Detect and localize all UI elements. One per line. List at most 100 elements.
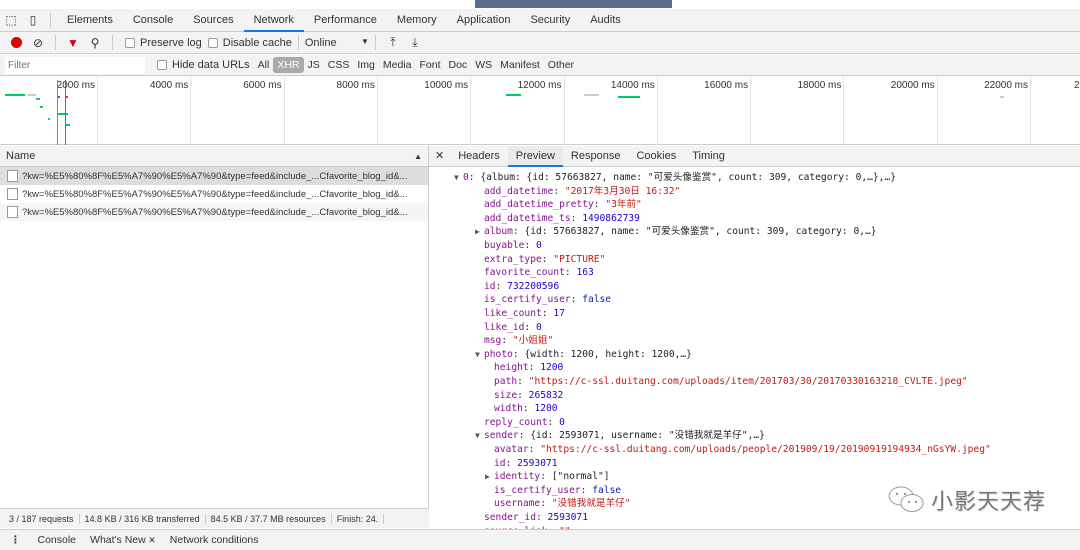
drawer-tab-network-conditions[interactable]: Network conditions [163, 534, 266, 546]
tab-cookies[interactable]: Cookies [628, 146, 684, 167]
timeline-request-bar [28, 94, 36, 96]
inspect-element-icon[interactable]: ⬚ [0, 10, 22, 30]
json-colon: : [501, 335, 513, 347]
file-icon [7, 188, 18, 200]
json-property[interactable]: reply_count: 0 [484, 416, 565, 429]
json-key: width [494, 403, 523, 415]
detail-tabs: Headers Preview Response Cookies Timing [450, 145, 733, 167]
json-key: like_count [484, 308, 542, 319]
filter-type-manifest[interactable]: Manifest [496, 57, 544, 73]
clear-icon[interactable]: ⊘ [27, 33, 49, 53]
filter-type-img[interactable]: Img [353, 57, 379, 73]
filter-type-other[interactable]: Other [544, 57, 578, 73]
json-property[interactable]: msg: "小姐姐" [484, 334, 553, 347]
network-overview-timeline[interactable]: 2000 ms 4000 ms 6000 ms 8000 ms 10000 ms 1200… [0, 76, 1080, 145]
filter-icon[interactable]: ▼ [62, 33, 84, 53]
json-property[interactable]: is_certify_user: false [494, 484, 621, 497]
request-rows: ?kw=%E5%80%8F%E5%A7%90%E5%A7%90&type=fee… [0, 167, 428, 221]
tab-security[interactable]: Security [520, 9, 580, 32]
json-colon: : [553, 185, 565, 197]
json-property[interactable]: ▼ 0: {album: {id: 57663827, name: "可爱头像鉴赏… [454, 171, 896, 184]
json-property[interactable]: id: 2593071 [494, 457, 558, 470]
json-property[interactable]: size: 265832 [494, 389, 563, 402]
hide-data-urls-checkbox[interactable] [157, 60, 167, 70]
preserve-log-checkbox[interactable] [125, 37, 135, 48]
timeline-gridline [283, 76, 285, 145]
json-property[interactable]: height: 1200 [494, 361, 563, 374]
tab-timing[interactable]: Timing [684, 146, 733, 167]
json-property[interactable]: like_id: 0 [484, 321, 542, 334]
json-property[interactable]: username: "没错我就是羊仔" [494, 497, 631, 510]
filter-type-js[interactable]: JS [304, 57, 324, 73]
filter-type-all[interactable]: All [254, 57, 274, 73]
json-property[interactable]: is_certify_user: false [484, 293, 611, 306]
json-key: add_datetime_ts [484, 212, 571, 224]
name-column-header[interactable]: Name ▲ [0, 146, 428, 167]
tab-preview[interactable]: Preview [507, 145, 563, 167]
filter-type-xhr[interactable]: XHR [273, 57, 304, 73]
json-colon: : [505, 457, 518, 469]
tab-memory[interactable]: Memory [387, 9, 447, 32]
json-property[interactable]: add_datetime_pretty: "3年前" [484, 198, 642, 211]
record-icon[interactable] [5, 33, 27, 53]
json-colon: : [528, 362, 541, 374]
json-key: photo [484, 348, 513, 360]
json-value: false [582, 294, 612, 306]
json-property[interactable]: like_count: 17 [484, 307, 565, 320]
tab-application[interactable]: Application [447, 9, 521, 32]
tab-network[interactable]: Network [243, 9, 304, 32]
json-property[interactable]: path: "https://c-ssl.duitang.com/uploads… [494, 375, 968, 388]
drawer-tab-console[interactable]: Console [31, 534, 84, 546]
json-property[interactable]: ▶ album: {id: 57663827, name: "可爱头像鉴赏", c… [475, 225, 877, 238]
disable-cache-checkbox[interactable] [207, 37, 218, 48]
filter-type-ws[interactable]: WS [471, 57, 496, 73]
json-property[interactable]: sender_id: 2593071 [484, 511, 588, 524]
json-property[interactable]: favorite_count: 163 [484, 266, 594, 279]
request-row[interactable]: ?kw=%E5%80%8F%E5%A7%90%E5%A7%90&type=fee… [0, 167, 428, 185]
json-colon: : [593, 199, 606, 211]
device-toolbar-icon[interactable]: ▯ [22, 10, 44, 30]
search-icon[interactable]: ⚲ [84, 33, 106, 53]
json-key: extra_type [484, 253, 542, 265]
filter-type-media[interactable]: Media [379, 57, 416, 73]
close-detail-icon[interactable]: ✕ [429, 146, 450, 167]
filter-type-doc[interactable]: Doc [445, 57, 472, 73]
json-property[interactable]: ▶ identity: ["normal"] [485, 470, 610, 483]
export-har-icon[interactable]: ⤓ [404, 33, 426, 53]
import-har-icon[interactable]: ⤒ [382, 33, 404, 53]
request-row[interactable]: ?kw=%E5%80%8F%E5%A7%90%E5%A7%90&type=fee… [0, 185, 428, 203]
tab-console[interactable]: Console [123, 9, 183, 32]
json-colon: : [495, 280, 508, 292]
json-property[interactable]: buyable: 0 [484, 239, 542, 252]
filter-input[interactable] [5, 56, 145, 74]
filter-type-css[interactable]: CSS [324, 57, 354, 73]
tab-performance[interactable]: Performance [304, 9, 387, 32]
json-property[interactable]: avatar: "https://c-ssl.duitang.com/uploa… [494, 443, 991, 456]
json-property[interactable]: ▼ sender: {id: 2593071, username: "没错我就是羊… [475, 429, 765, 442]
collapsed-triangle-icon[interactable]: ▶ [475, 225, 484, 238]
json-property[interactable]: id: 732200596 [484, 280, 559, 293]
tab-headers[interactable]: Headers [450, 146, 508, 167]
tab-response[interactable]: Response [563, 146, 629, 167]
expanded-triangle-icon[interactable]: ▼ [475, 429, 484, 442]
json-property[interactable]: ▼ photo: {width: 1200, height: 1200,…} [475, 348, 692, 361]
tab-audits[interactable]: Audits [580, 9, 631, 32]
hide-data-urls-label: Hide data URLs [172, 59, 250, 71]
filter-type-font[interactable]: Font [415, 57, 444, 73]
drawer-menu-icon[interactable]: ⋮ [0, 534, 31, 546]
drawer-tab-what-s-new[interactable]: What's New ✕ [83, 534, 163, 546]
tab-sources[interactable]: Sources [183, 9, 243, 32]
json-property[interactable]: width: 1200 [494, 402, 558, 415]
request-row[interactable]: ?kw=%E5%80%8F%E5%A7%90%E5%A7%90&type=fee… [0, 203, 428, 221]
close-icon[interactable]: ✕ [146, 535, 156, 545]
timeline-tick-label: 16000 ms [704, 80, 749, 91]
json-property[interactable]: add_datetime: "2017年3月30日 16:32" [484, 185, 680, 198]
throttle-select[interactable]: Online ▼ [305, 37, 369, 49]
expanded-triangle-icon[interactable]: ▼ [454, 171, 463, 184]
collapsed-triangle-icon[interactable]: ▶ [485, 470, 494, 483]
json-property[interactable]: add_datetime_ts: 1490862739 [484, 212, 640, 225]
expanded-triangle-icon[interactable]: ▼ [475, 348, 484, 361]
tab-elements[interactable]: Elements [57, 9, 123, 32]
json-property[interactable]: extra_type: "PICTURE" [484, 253, 605, 266]
timeline-gridline [843, 76, 845, 145]
